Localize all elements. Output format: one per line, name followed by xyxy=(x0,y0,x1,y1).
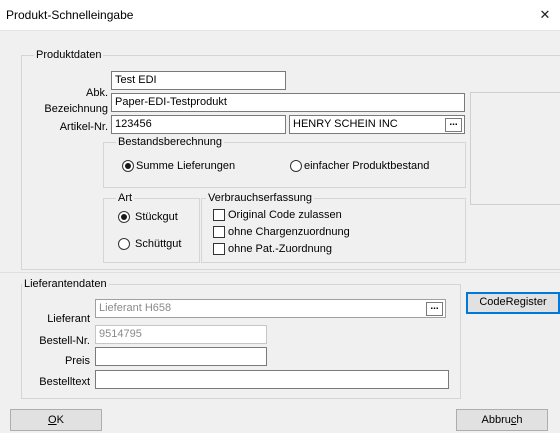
supplier-field[interactable]: HENRY SCHEIN INC xyxy=(289,115,465,134)
lieferant-label: Lieferant xyxy=(47,313,90,325)
lieferant-field[interactable]: Lieferant H658 xyxy=(95,299,446,318)
summe-lieferungen-radio[interactable] xyxy=(122,160,134,172)
ohne-chargenzuordnung-checkbox[interactable] xyxy=(213,226,225,238)
ok-mnemonic: O xyxy=(48,414,57,426)
title-bar: Produkt-Schnelleingabe ✕ xyxy=(0,0,560,31)
radio-selected-dot xyxy=(125,163,131,169)
ellipsis-icon: ... xyxy=(430,301,439,312)
code-register-button[interactable]: CodeRegister xyxy=(466,292,560,314)
stueckgut-label[interactable]: Stückgut xyxy=(135,210,178,224)
bestelltext-label: Bestelltext xyxy=(39,376,90,388)
ok-label-rest: K xyxy=(56,414,64,426)
ohne-pat-zuordnung-label[interactable]: ohne Pat.-Zuordnung xyxy=(228,242,332,256)
abk-label: Abk. xyxy=(85,87,108,99)
bezeichnung-field[interactable]: Paper-EDI-Testprodukt xyxy=(111,93,465,112)
abbruch-label-post: h xyxy=(516,414,523,426)
bestell-nr-label: Bestell-Nr. xyxy=(39,335,90,347)
ellipsis-icon: ... xyxy=(449,117,458,128)
ohne-pat-zuordnung-checkbox[interactable] xyxy=(213,243,225,255)
close-icon[interactable]: ✕ xyxy=(530,0,560,30)
radio-selected-dot xyxy=(121,214,127,220)
einfacher-produktbestand-radio[interactable] xyxy=(290,160,302,172)
section-separator xyxy=(0,272,560,273)
summe-lieferungen-label[interactable]: Summe Lieferungen xyxy=(136,159,235,173)
lieferantendaten-title: Lieferantendaten xyxy=(22,278,109,291)
abbruch-label-pre: Abbru xyxy=(481,414,511,426)
supplier-lookup-button[interactable]: ... xyxy=(445,118,462,132)
preis-field[interactable] xyxy=(95,347,267,366)
art-group xyxy=(103,198,200,263)
abk-field[interactable]: Test EDI xyxy=(111,71,286,90)
bestandsberechnung-title: Bestandsberechnung xyxy=(116,136,224,149)
bestelltext-field[interactable] xyxy=(95,370,449,389)
ohne-chargenzuordnung-label[interactable]: ohne Chargenzuordnung xyxy=(228,225,350,239)
code-register-label: CodeRegister xyxy=(479,296,547,308)
produktdaten-title: Produktdaten xyxy=(34,49,104,62)
original-code-checkbox[interactable] xyxy=(213,209,225,221)
art-title: Art xyxy=(116,192,135,205)
bezeichnung-label: Bezeichnung xyxy=(44,103,108,115)
artikel-nr-label: Artikel-Nr. xyxy=(59,121,108,133)
ok-button[interactable]: OK xyxy=(10,409,102,431)
artikel-nr-field[interactable]: 123456 xyxy=(111,115,286,134)
lieferant-lookup-button[interactable]: ... xyxy=(426,302,443,316)
schuettgut-radio[interactable] xyxy=(118,238,130,250)
bestell-nr-field[interactable]: 9514795 xyxy=(95,325,267,344)
schuettgut-label[interactable]: Schüttgut xyxy=(135,237,181,251)
original-code-label[interactable]: Original Code zulassen xyxy=(228,208,342,222)
verbrauchserfassung-title: Verbrauchserfassung xyxy=(206,192,314,205)
abbruch-button[interactable]: Abbruch xyxy=(456,409,548,431)
window-title: Produkt-Schnelleingabe xyxy=(6,8,134,22)
stueckgut-radio[interactable] xyxy=(118,211,130,223)
einfacher-produktbestand-label[interactable]: einfacher Produktbestand xyxy=(304,159,429,173)
preis-label: Preis xyxy=(64,355,90,367)
product-image-box[interactable] xyxy=(470,92,560,205)
